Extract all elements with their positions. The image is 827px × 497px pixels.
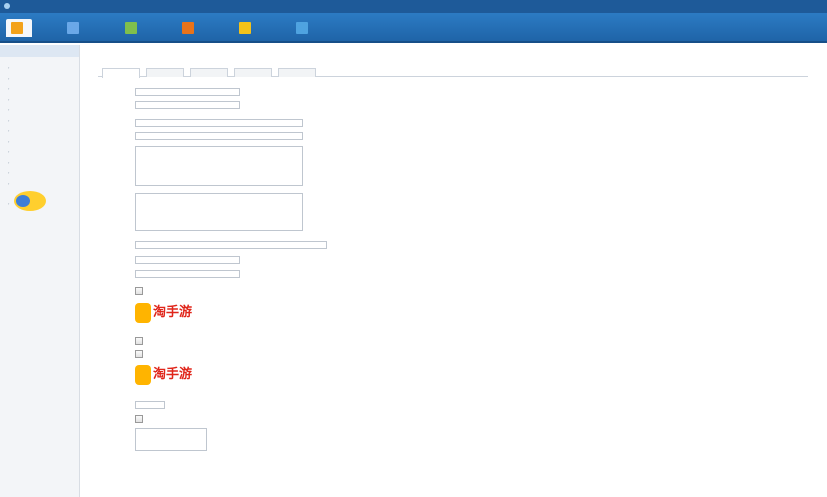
logo-brand-text: 淘手游: [153, 367, 193, 382]
tab-3[interactable]: [190, 68, 228, 77]
sidebar-item[interactable]: [0, 116, 79, 127]
keywords-input[interactable]: [135, 132, 303, 140]
tab-basic[interactable]: [102, 68, 140, 78]
sidebar-heading: [0, 45, 79, 57]
tab-5[interactable]: [278, 68, 316, 77]
footer-logo-choose-file-button[interactable]: [135, 337, 143, 345]
mascot-icon: [135, 303, 151, 323]
site-logo-image: 淘手游: [135, 301, 207, 327]
nav-members[interactable]: [125, 19, 141, 37]
floating-mascot-icon[interactable]: [14, 191, 46, 211]
sidebar-item[interactable]: [0, 168, 79, 179]
site-url-input[interactable]: [135, 101, 240, 109]
app-logo-icon: [4, 3, 10, 9]
sidebar-item[interactable]: [0, 158, 79, 169]
ads-icon: [296, 22, 308, 34]
filter-words-input[interactable]: [135, 241, 327, 249]
sidebar-item[interactable]: [0, 95, 79, 106]
sidebar-item[interactable]: [0, 105, 79, 116]
sidebar-item[interactable]: [0, 63, 79, 74]
logo-brand-text: 淘手游: [153, 305, 193, 320]
sidebar-item[interactable]: [0, 126, 79, 137]
goods-icon: [67, 22, 79, 34]
sidebar-item[interactable]: [0, 179, 79, 190]
copyright-textarea[interactable]: [135, 193, 303, 231]
tab-bar: [98, 67, 808, 78]
nav-data[interactable]: [239, 19, 255, 37]
field1-input[interactable]: [135, 256, 240, 264]
sidebar-item[interactable]: [0, 74, 79, 85]
settings-icon: [11, 22, 23, 34]
watermark-preview: [135, 428, 207, 451]
mobile-logo-choose-file-button[interactable]: [135, 350, 143, 358]
logo-choose-file-button[interactable]: [135, 287, 143, 295]
nav-ads[interactable]: [296, 19, 312, 37]
members-icon: [125, 22, 137, 34]
watermark-choose-file-button[interactable]: [135, 415, 143, 423]
nav-all-settings[interactable]: [6, 19, 32, 37]
data-icon: [239, 22, 251, 34]
top-bar: [0, 0, 827, 13]
mobile-logo-image: 淘手游: [135, 363, 207, 389]
breadcrumb: [88, 48, 90, 53]
tab-2[interactable]: [146, 68, 184, 77]
watermark-position-select[interactable]: [135, 401, 165, 409]
nav-orders[interactable]: [182, 19, 198, 37]
main-content: 淘手游 淘手游: [80, 45, 827, 497]
main-nav: [0, 13, 827, 43]
mascot-icon: [135, 365, 151, 385]
nav-goods[interactable]: [67, 19, 83, 37]
icp-input[interactable]: [135, 270, 240, 278]
orders-icon: [182, 22, 194, 34]
tab-4[interactable]: [234, 68, 272, 77]
sidebar-item[interactable]: [0, 84, 79, 95]
site-name-input[interactable]: [135, 88, 240, 96]
description-textarea[interactable]: [135, 146, 303, 186]
site-title-input[interactable]: [135, 119, 303, 127]
sidebar-item[interactable]: [0, 147, 79, 158]
sidebar: [0, 45, 80, 497]
sidebar-item[interactable]: [0, 137, 79, 148]
